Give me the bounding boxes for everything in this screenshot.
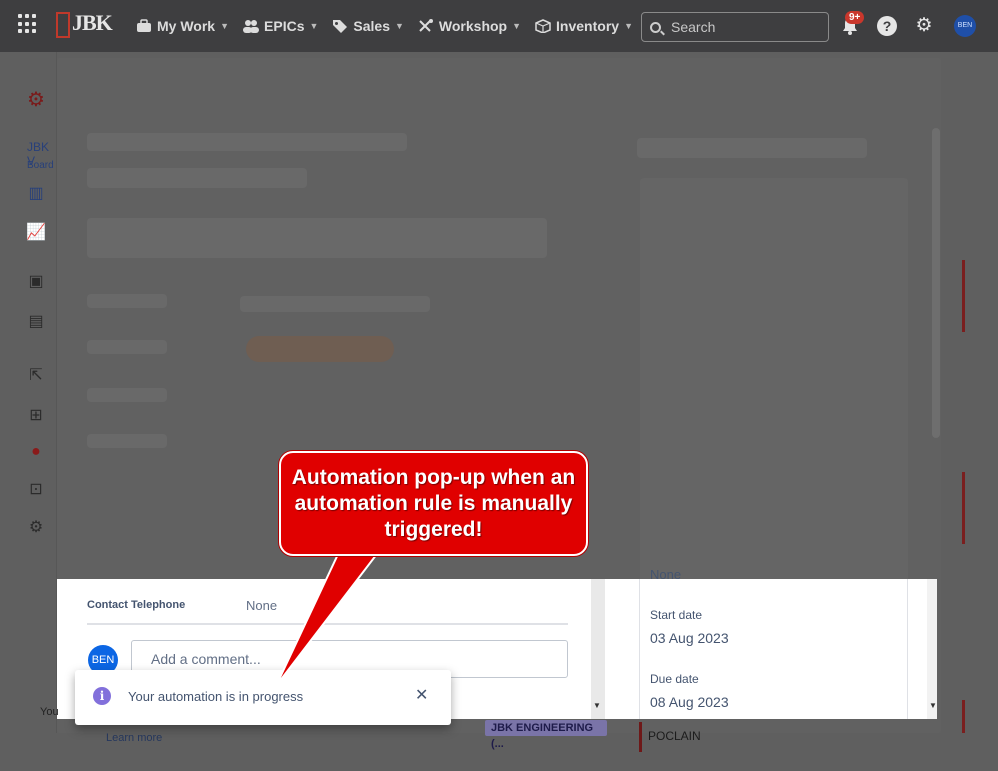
blurred-description [87,218,547,258]
nav-epics[interactable]: EPICs ▼ [243,18,318,34]
panel-divider [605,579,639,719]
callout-text: Automation pop-up when an automation rul… [291,465,576,541]
search-placeholder: Search [671,19,716,35]
reports-chart-icon[interactable]: 📈 [26,223,46,243]
blurred-panel-tabs [637,138,867,158]
nav-label: Workshop [438,18,508,34]
chevron-down-icon: ▼ [220,21,230,31]
chevron-down-icon: ▼ [395,21,404,31]
top-navigation-bar: JBK My Work ▼ EPICs ▼ Sales ▼ Workshop ▼… [0,0,998,52]
app-circle-icon[interactable]: ● [26,442,46,462]
nav-sales[interactable]: Sales ▼ [332,18,404,34]
card-label-chip[interactable]: JBK ENGINEERING (... [485,720,607,750]
external-link-icon[interactable]: ⇱ [26,366,46,386]
due-date-label: Due date [650,672,699,686]
project-settings-icon[interactable]: ⚙ [26,518,46,538]
panel-scrollbar[interactable] [591,579,605,719]
contact-telephone-value[interactable]: None [246,598,277,613]
annotation-callout: Automation pop-up when an automation rul… [279,451,588,556]
add-shortcut-icon[interactable]: ⊡ [26,480,46,500]
nav-my-work[interactable]: My Work ▼ [136,18,229,34]
people-icon [243,19,260,33]
nav-label: Inventory [556,18,620,34]
toast-message: Your automation is in progress [128,689,304,704]
nav-inventory[interactable]: Inventory ▼ [535,18,633,34]
search-input[interactable]: Search [641,12,829,42]
blurred-field-label [87,388,167,402]
table-icon[interactable]: ⊞ [26,406,46,426]
card-priority-bar [962,260,965,332]
help-icon[interactable]: ? [877,16,897,36]
user-avatar[interactable]: BEN [954,15,976,37]
start-date-value[interactable]: 03 Aug 2023 [650,630,729,646]
blurred-field-label [87,434,167,448]
card-priority-bar [962,472,965,544]
due-date-value[interactable]: 08 Aug 2023 [650,694,729,710]
nav-workshop[interactable]: Workshop ▼ [418,18,521,34]
project-gear-icon[interactable]: ⚙ [26,90,46,110]
company-logo[interactable]: JBK [56,10,113,38]
box-icon [535,19,551,34]
chevron-down-icon: ▼ [309,21,319,31]
divider [87,623,568,625]
automation-toast: i Your automation is in progress ✕ [75,670,451,725]
board-columns-icon[interactable]: ▥ [26,184,46,204]
info-icon: i [93,687,111,705]
details-scrollbar[interactable] [927,579,937,719]
nav-label: Sales [353,18,390,34]
blurred-field-label [87,294,167,308]
board-column-peek [938,52,998,771]
modal-scrollbar[interactable] [932,128,940,438]
chevron-down-icon: ▼ [624,21,633,31]
blurred-toolbar [87,168,307,188]
blurred-title [87,133,407,151]
notification-count-badge: 9+ [845,11,865,24]
sidebar-board-label[interactable]: Board [27,160,54,171]
nav-label: My Work [157,18,216,34]
card-priority-bar [639,722,642,752]
card-title[interactable]: POCLAIN [648,729,701,743]
scroll-down-arrow-icon[interactable]: ▼ [593,701,601,710]
details-scroll-area: ▼ [907,579,937,719]
monitor-icon[interactable]: ▣ [26,272,46,292]
start-date-label: Start date [650,608,703,622]
calendar-icon[interactable]: ▤ [26,312,46,332]
project-sidebar: ⚙ JBK V Board ▥ 📈 ▣ ▤ ⇱ ⊞ ● ⊡ ⚙ [0,52,57,771]
chevron-down-icon: ▼ [512,21,522,31]
contact-telephone-label: Contact Telephone [87,599,186,611]
main-nav: My Work ▼ EPICs ▼ Sales ▼ Workshop ▼ Inv… [136,0,691,52]
app-switcher-icon[interactable] [18,14,38,34]
blurred-details-panel [640,178,908,618]
close-icon[interactable]: ✕ [415,685,428,705]
logo-text: JBK [72,10,113,35]
blurred-field-value [240,296,430,312]
nav-label: EPICs [264,18,305,34]
field-value-none[interactable]: None [650,567,681,582]
tools-icon [418,19,434,33]
sidebar-footer-text: You [40,706,59,718]
settings-gear-icon[interactable]: ⚙ [914,16,934,36]
scroll-down-arrow-icon[interactable]: ▼ [929,701,937,710]
search-icon [650,21,661,33]
tag-icon [332,19,348,33]
blurred-field-label [87,340,167,354]
learn-more-link[interactable]: Learn more [106,732,162,744]
briefcase-icon [136,19,152,33]
blurred-status-button [246,336,394,362]
